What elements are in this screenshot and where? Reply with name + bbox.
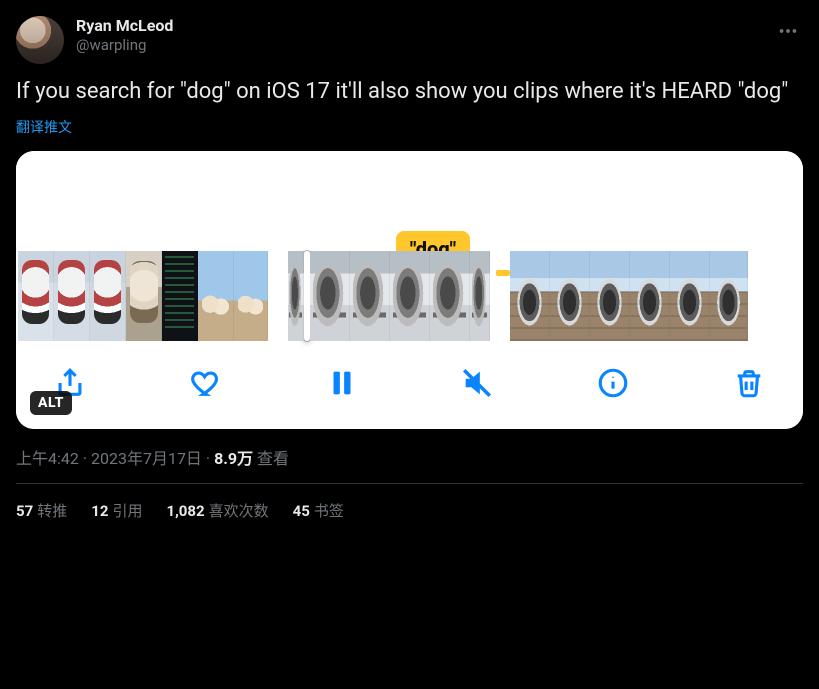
bookmarks-label: 书签 xyxy=(314,502,344,520)
clip-2[interactable] xyxy=(288,251,490,341)
alt-badge[interactable]: ALT xyxy=(30,391,72,415)
frame xyxy=(18,251,54,341)
quotes-label: 引用 xyxy=(112,502,142,520)
frame xyxy=(430,251,470,341)
frame xyxy=(234,251,268,341)
frame xyxy=(510,251,550,341)
tweet-text: If you search for "dog" on iOS 17 it'll … xyxy=(16,78,803,107)
trash-icon xyxy=(732,366,766,400)
frame xyxy=(288,251,304,341)
delete-button[interactable] xyxy=(729,363,769,403)
frame xyxy=(310,251,350,341)
author-names[interactable]: Ryan McLeod @warpling xyxy=(76,16,173,55)
frame xyxy=(90,251,126,341)
clip-1[interactable] xyxy=(18,251,268,341)
timeline-strip xyxy=(16,251,803,341)
frame xyxy=(710,251,748,341)
speaker-muted-icon xyxy=(460,366,494,400)
clip-3[interactable] xyxy=(510,251,748,341)
tweet-date[interactable]: 2023年7月17日 xyxy=(91,449,202,468)
frame xyxy=(630,251,670,341)
bookmarks-stat[interactable]: 45书签 xyxy=(293,500,344,521)
frame xyxy=(54,251,90,341)
pause-icon xyxy=(325,366,359,400)
frame xyxy=(470,251,490,341)
likes-label: 喜欢次数 xyxy=(209,502,269,520)
media-toolbar xyxy=(16,341,803,429)
info-button[interactable] xyxy=(593,363,633,403)
frame xyxy=(162,251,198,341)
frame xyxy=(590,251,630,341)
views-count: 8.9万 xyxy=(214,449,253,468)
tweet-stats: 57转推 12引用 1,082 喜欢次数 45书签 xyxy=(16,484,803,521)
like-button[interactable] xyxy=(186,363,226,403)
quotes-stat[interactable]: 12引用 xyxy=(91,500,142,521)
tweet: Ryan McLeod @warpling If you search for … xyxy=(0,0,819,521)
info-icon xyxy=(596,366,630,400)
heart-icon xyxy=(189,366,223,400)
frame xyxy=(390,251,430,341)
display-name: Ryan McLeod xyxy=(76,16,173,36)
avatar[interactable] xyxy=(16,16,64,64)
mute-button[interactable] xyxy=(457,363,497,403)
more-button[interactable] xyxy=(773,16,803,46)
retweets-count: 57 xyxy=(16,502,33,520)
frame xyxy=(550,251,590,341)
frame xyxy=(198,251,234,341)
bookmarks-count: 45 xyxy=(293,502,310,520)
quotes-count: 12 xyxy=(91,502,108,520)
views-label: 查看 xyxy=(257,449,289,468)
frame xyxy=(670,251,710,341)
tweet-meta: 上午4:42 · 2023年7月17日 · 8.9万 查看 xyxy=(16,445,803,469)
likes-stat[interactable]: 1,082 喜欢次数 xyxy=(166,500,268,521)
tweet-time[interactable]: 上午4:42 xyxy=(16,449,79,468)
tweet-header: Ryan McLeod @warpling xyxy=(16,16,803,64)
caption-marker xyxy=(496,270,510,276)
tweet-media[interactable]: "dog" xyxy=(16,151,803,429)
pause-button[interactable] xyxy=(322,363,362,403)
retweets-label: 转推 xyxy=(37,502,67,520)
more-icon xyxy=(777,20,799,42)
translate-link[interactable]: 翻译推文 xyxy=(16,117,803,137)
handle: @warpling xyxy=(76,36,173,55)
frame xyxy=(350,251,390,341)
likes-count: 1,082 xyxy=(166,502,204,520)
frame xyxy=(126,251,162,341)
retweets-stat[interactable]: 57转推 xyxy=(16,500,67,521)
